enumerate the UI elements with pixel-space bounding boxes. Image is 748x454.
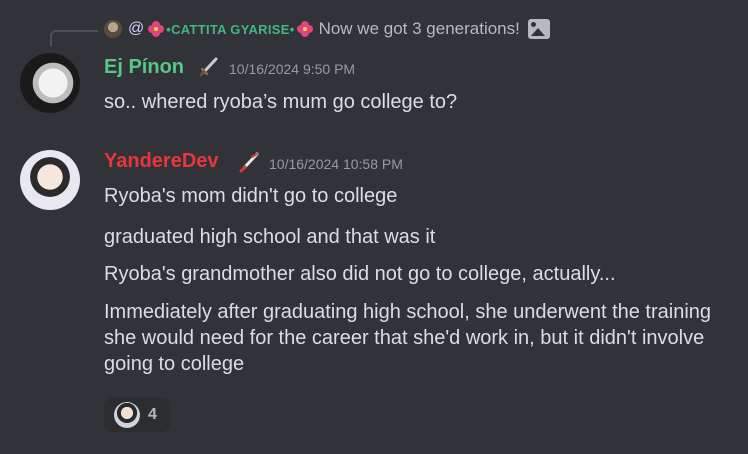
knife-icon <box>239 152 259 173</box>
message-timestamp[interactable]: 10/16/2024 10:58 PM <box>269 156 403 172</box>
reply-preview[interactable]: @ •CATTITA GYARISE• Now we got 3 generat… <box>104 14 550 44</box>
avatar[interactable] <box>20 150 80 210</box>
hibiscus-icon <box>148 21 165 37</box>
reply-spine <box>50 30 98 46</box>
reply-text[interactable]: Now we got 3 generations! <box>319 19 520 39</box>
dagger-icon <box>199 57 218 77</box>
anime-girl-emoji-icon <box>114 402 140 428</box>
image-icon <box>527 19 550 39</box>
avatar[interactable] <box>20 53 80 113</box>
message-username[interactable]: YandereDev <box>104 150 219 173</box>
reaction-count: 4 <box>148 406 157 423</box>
message-username[interactable]: Ej Pínon <box>104 56 184 79</box>
message-text: so.. whered ryoba’s mum go college to? <box>104 91 458 113</box>
message-timestamp[interactable]: 10/16/2024 9:50 PM <box>229 61 355 77</box>
reply-mention-prefix: @ <box>128 20 145 37</box>
reaction-button[interactable]: 4 <box>104 398 170 432</box>
reply-username[interactable]: •CATTITA GYARISE• <box>166 22 294 37</box>
hibiscus-icon <box>296 21 313 37</box>
message-text: Ryoba's grandmother also did not go to c… <box>104 263 616 285</box>
reply-avatar[interactable] <box>104 20 122 38</box>
message-text: graduated high school and that was it <box>104 226 436 248</box>
message-text: Ryoba's mom didn't go to college <box>104 185 398 207</box>
message-text: Immediately after graduating high school… <box>104 301 712 375</box>
